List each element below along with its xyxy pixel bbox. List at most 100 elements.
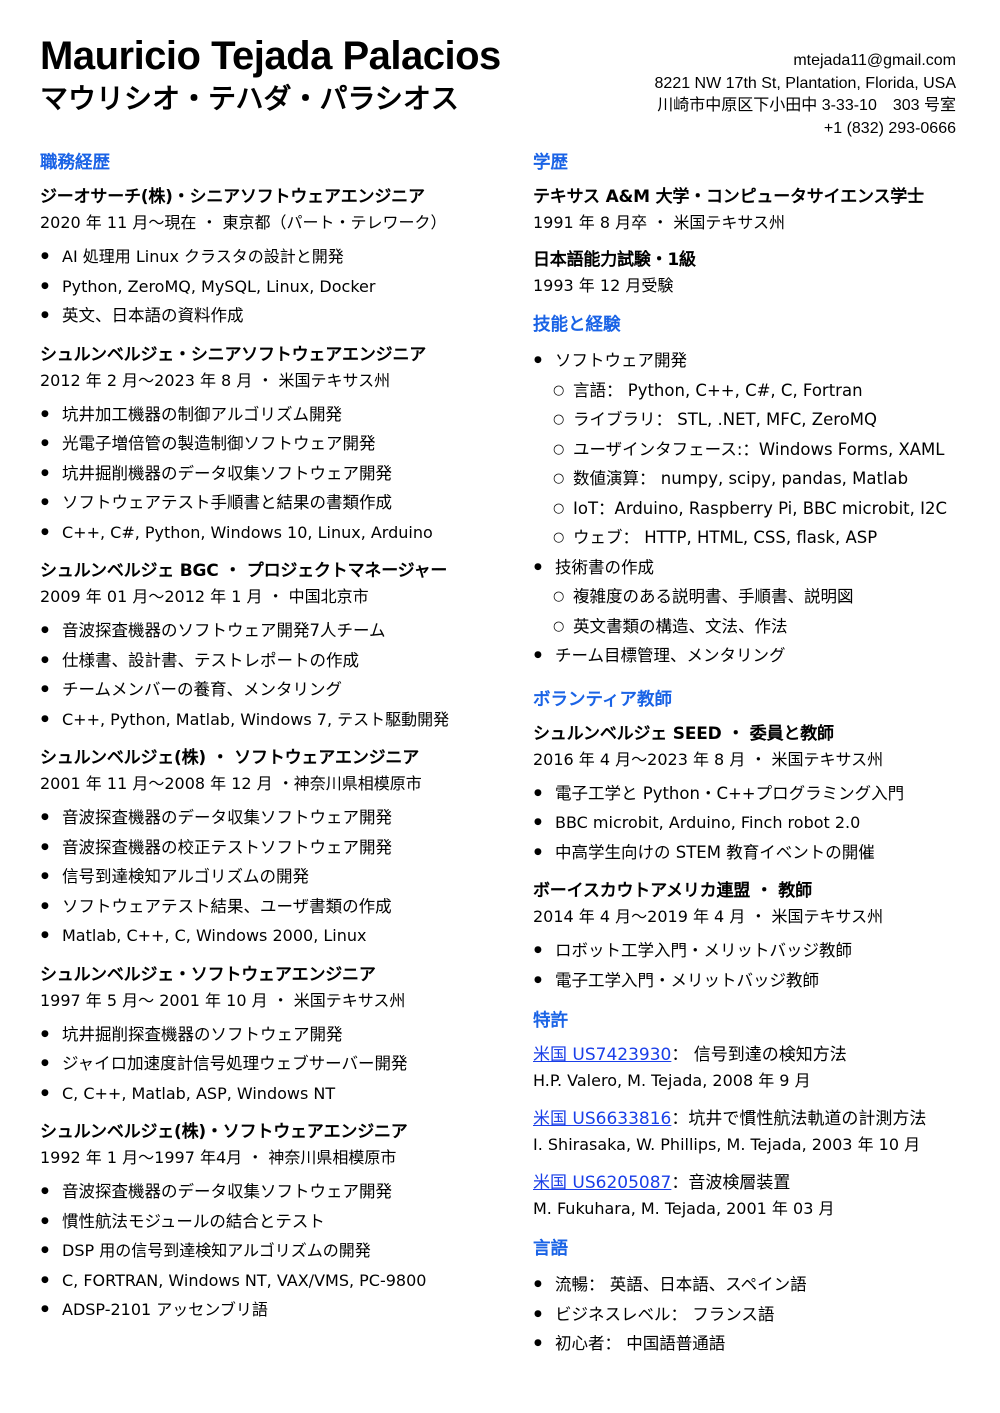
job-entry: シュルンベルジェ・ソフトウェアエンジニア 1997 年 5 月～ 2001 年 1… <box>40 962 510 1109</box>
skill-subitem: 複雑度のある説明書、手順書、説明図 <box>533 582 973 612</box>
patent-authors: H.P. Valero, M. Tejada, 2008 年 9 月 <box>533 1071 811 1090</box>
work-history-heading: 職務経歴 <box>40 153 110 173</box>
languages-list: 流暢： 英語、日本語、スペイン語ビジネスレベル： フランス語初心者： 中国語普通… <box>533 1270 973 1359</box>
patent-entry: 米国 US6633816：坑井で慣性航法軌道の計測方法 I. Shirasaka,… <box>533 1106 973 1158</box>
entry-title: シュルンベルジェ・ソフトウェアエンジニア <box>40 964 376 985</box>
bullet-item: チームメンバーの養育、メンタリング <box>40 675 510 705</box>
bullet-item: C++, Python, Matlab, Windows 7, テスト駆動開発 <box>40 705 510 735</box>
bullet-item: 仕様書、設計書、テストレポートの作成 <box>40 646 510 676</box>
patent-description: ：坑井で慣性航法軌道の計測方法 <box>671 1109 927 1129</box>
entry-title: シュルンベルジェ SEED ・ 委員と教師 <box>533 723 834 744</box>
entry-dates-location: 1997 年 5 月～ 2001 年 10 月 ・ 米国テキサス州 <box>40 990 406 1010</box>
entry-dates-location: 2009 年 01 月～2012 年 1 月 ・ 中国北京市 <box>40 587 369 606</box>
entry-bullets: 音波探査機器のデータ収集ソフトウェア開発慣性航法モジュールの結合とテストDSP … <box>40 1177 510 1325</box>
bullet-item: ADSP-2101 アッセンブリ語 <box>40 1295 510 1325</box>
patent-description: ： 信号到達の検知方法 <box>671 1045 847 1065</box>
entry-dates-location: 2020 年 11 月～現在 ・ 東京都（パート・テレワーク） <box>40 213 447 232</box>
skill-subitem: 英文書類の構造、文法、作法 <box>533 612 973 642</box>
skill-item: ソフトウェア開発 <box>533 346 973 376</box>
entry-title: シュルンベルジェ・シニアソフトウェアエンジニア <box>40 344 427 365</box>
bullet-item: 音波探査機器の校正テストソフトウェア開発 <box>40 833 510 863</box>
bullet-item: ソフトウェアテスト手順書と結果の書類作成 <box>40 488 510 518</box>
patent-authors: M. Fukuhara, M. Tejada, 2001 年 03 月 <box>533 1199 835 1218</box>
bullet-item: ソフトウェアテスト結果、ユーザ書類の作成 <box>40 892 510 922</box>
job-entry: シュルンベルジェ(株)・ソフトウェアエンジニア 1992 年 1 月～1997 年… <box>40 1119 510 1325</box>
skill-subitem: ユーザインタフェース:：Windows Forms, XAML <box>533 435 973 465</box>
entry-dates-location: 2016 年 4 月～2023 年 8 月 ・ 米国テキサス州 <box>533 749 884 769</box>
bullet-item: 電子工学入門・メリットバッジ教師 <box>533 966 973 996</box>
volunteer-list: シュルンベルジェ SEED ・ 委員と教師 2016 年 4 月～2023 年 8… <box>533 721 973 996</box>
patent-link[interactable]: 米国 US7423930 <box>533 1045 671 1065</box>
patent-line: 米国 US7423930： 信号到達の検知方法 <box>533 1042 973 1068</box>
entry-bullets: 音波探査機器のデータ収集ソフトウェア開発音波探査機器の校正テストソフトウェア開発… <box>40 803 510 951</box>
entry-title: 日本語能力試験・1級 <box>533 250 696 270</box>
patent-authors: I. Shirasaka, W. Phillips, M. Tejada, 20… <box>533 1135 921 1154</box>
bullet-item: 電子工学と Python・C++プログラミング入門 <box>533 779 973 809</box>
entry-title: ジーオサーチ(株)・シニアソフトウェアエンジニア <box>40 187 425 207</box>
email-address: mtejada11@gmail.com <box>793 52 956 69</box>
entry-title: ボーイスカウトアメリカ連盟 ・ 教師 <box>533 881 812 901</box>
japan-address: 川崎市中原区下小田中 3-33-10 303 号室 <box>657 97 956 114</box>
skills-list: ソフトウェア開発言語： Python, C++, C#, C, Fortranラ… <box>533 346 973 671</box>
entry-dates-location: 1991 年 8 月卒 ・ 米国テキサス州 <box>533 213 786 232</box>
patent-entry: 米国 US7423930： 信号到達の検知方法 H.P. Valero, M. T… <box>533 1042 973 1094</box>
bullet-item: 中高学生向けの STEM 教育イベントの開催 <box>533 838 973 868</box>
entry-dates-location: 2012 年 2 月～2023 年 8 月 ・ 米国テキサス州 <box>40 370 391 390</box>
patent-line: 米国 US6633816：坑井で慣性航法軌道の計測方法 <box>533 1106 973 1132</box>
bullet-item: 坑井掘削機器のデータ収集ソフトウェア開発 <box>40 459 510 489</box>
bullet-item: C++, C#, Python, Windows 10, Linux, Ardu… <box>40 518 510 548</box>
entry-dates-location: 1993 年 12 月受験 <box>533 276 674 295</box>
volunteer-entry: シュルンベルジェ SEED ・ 委員と教師 2016 年 4 月～2023 年 8… <box>533 721 973 868</box>
education-entry: 日本語能力試験・1級 1993 年 12 月受験 <box>533 247 973 299</box>
entry-title: シュルンベルジェ(株)・ソフトウェアエンジニア <box>40 1122 408 1142</box>
bullet-item: 光電子増倍管の製造制御ソフトウェア開発 <box>40 429 510 459</box>
bullet-item: C, FORTRAN, Windows NT, VAX/VMS, PC-9800 <box>40 1266 510 1296</box>
patent-line: 米国 US6205087：音波検層装置 <box>533 1170 973 1196</box>
patent-entry: 米国 US6205087：音波検層装置 M. Fukuhara, M. Tejad… <box>533 1170 973 1222</box>
patent-link[interactable]: 米国 US6633816 <box>533 1109 671 1129</box>
bullet-item: Python, ZeroMQ, MySQL, Linux, Docker <box>40 272 510 302</box>
entry-title: テキサス A&M 大学・コンピュータサイエンス学士 <box>533 187 924 207</box>
volunteer-entry: ボーイスカウトアメリカ連盟 ・ 教師 2014 年 4 月～2019 年 4 月 … <box>533 878 973 995</box>
bullet-item: AI 処理用 Linux クラスタの設計と開発 <box>40 242 510 272</box>
entry-dates-location: 1992 年 1 月～1997 年4月 ・ 神奈川県相模原市 <box>40 1148 397 1167</box>
patent-description: ：音波検層装置 <box>671 1173 791 1193</box>
skill-item: チーム目標管理、メンタリング <box>533 641 973 671</box>
skill-subitem: ライブラリ： STL, .NET, MFC, ZeroMQ <box>533 405 973 435</box>
entry-dates-location: 2014 年 4 月～2019 年 4 月 ・ 米国テキサス州 <box>533 907 884 926</box>
skill-subitem: 言語： Python, C++, C#, C, Fortran <box>533 376 973 406</box>
skill-subitem: ウェブ： HTTP, HTML, CSS, flask, ASP <box>533 523 973 553</box>
bullet-item: DSP 用の信号到達検知アルゴリズムの開発 <box>40 1236 510 1266</box>
education-entry: テキサス A&M 大学・コンピュータサイエンス学士 1991 年 8 月卒 ・ 米… <box>533 184 973 236</box>
job-entry: シュルンベルジェ・シニアソフトウェアエンジニア 2012 年 2 月～2023 年… <box>40 342 510 548</box>
entry-dates-location: 2001 年 11 月～2008 年 12 月 ・神奈川県相模原市 <box>40 774 422 793</box>
bullet-item: BBC microbit, Arduino, Finch robot 2.0 <box>533 808 973 838</box>
entry-title: シュルンベルジェ(株) ・ ソフトウェアエンジニア <box>40 748 420 768</box>
bullet-item: 音波探査機器のデータ収集ソフトウェア開発 <box>40 1177 510 1207</box>
skill-item: 技術書の作成 <box>533 553 973 583</box>
right-column: 学歴 テキサス A&M 大学・コンピュータサイエンス学士 1991 年 8 月卒 … <box>533 148 973 1359</box>
bullet-item: 英文、日本語の資料作成 <box>40 301 510 331</box>
resume-name-japanese: マウリシオ・テハダ・パラシオス <box>40 82 459 115</box>
job-entry: シュルンベルジェ(株) ・ ソフトウェアエンジニア 2001 年 11 月～200… <box>40 745 510 951</box>
language-item: 初心者： 中国語普通語 <box>533 1329 973 1359</box>
skill-subitem: 数値演算： numpy, scipy, pandas, Matlab <box>533 464 973 494</box>
languages-heading: 言語 <box>533 1239 568 1259</box>
job-entry: シュルンベルジェ BGC ・ プロジェクトマネージャー 2009 年 01 月～2… <box>40 558 510 734</box>
work-history-list: ジーオサーチ(株)・シニアソフトウェアエンジニア 2020 年 11 月～現在 ・… <box>40 184 510 1325</box>
contact-block: mtejada11@gmail.com 8221 NW 17th St, Pla… <box>655 50 956 140</box>
bullet-item: C, C++, Matlab, ASP, Windows NT <box>40 1079 510 1109</box>
education-heading: 学歴 <box>533 153 568 173</box>
bullet-item: 信号到達検知アルゴリズムの開発 <box>40 862 510 892</box>
skills-heading: 技能と経験 <box>533 315 621 335</box>
patents-list: 米国 US7423930： 信号到達の検知方法 H.P. Valero, M. T… <box>533 1042 973 1222</box>
patent-link[interactable]: 米国 US6205087 <box>533 1173 671 1193</box>
entry-bullets: AI 処理用 Linux クラスタの設計と開発Python, ZeroMQ, M… <box>40 242 510 331</box>
skill-subitem: IoT：Arduino, Raspberry Pi, BBC microbit,… <box>533 494 973 524</box>
patents-heading: 特許 <box>533 1011 568 1031</box>
entry-bullets: 音波探査機器のソフトウェア開発7人チーム仕様書、設計書、テストレポートの作成チー… <box>40 616 510 734</box>
entry-bullets: 坑井掘削探査機器のソフトウェア開発ジャイロ加速度計信号処理ウェブサーバー開発C,… <box>40 1020 510 1109</box>
language-item: 流暢： 英語、日本語、スペイン語 <box>533 1270 973 1300</box>
bullet-item: 慣性航法モジュールの結合とテスト <box>40 1207 510 1237</box>
bullet-item: 音波探査機器のデータ収集ソフトウェア開発 <box>40 803 510 833</box>
